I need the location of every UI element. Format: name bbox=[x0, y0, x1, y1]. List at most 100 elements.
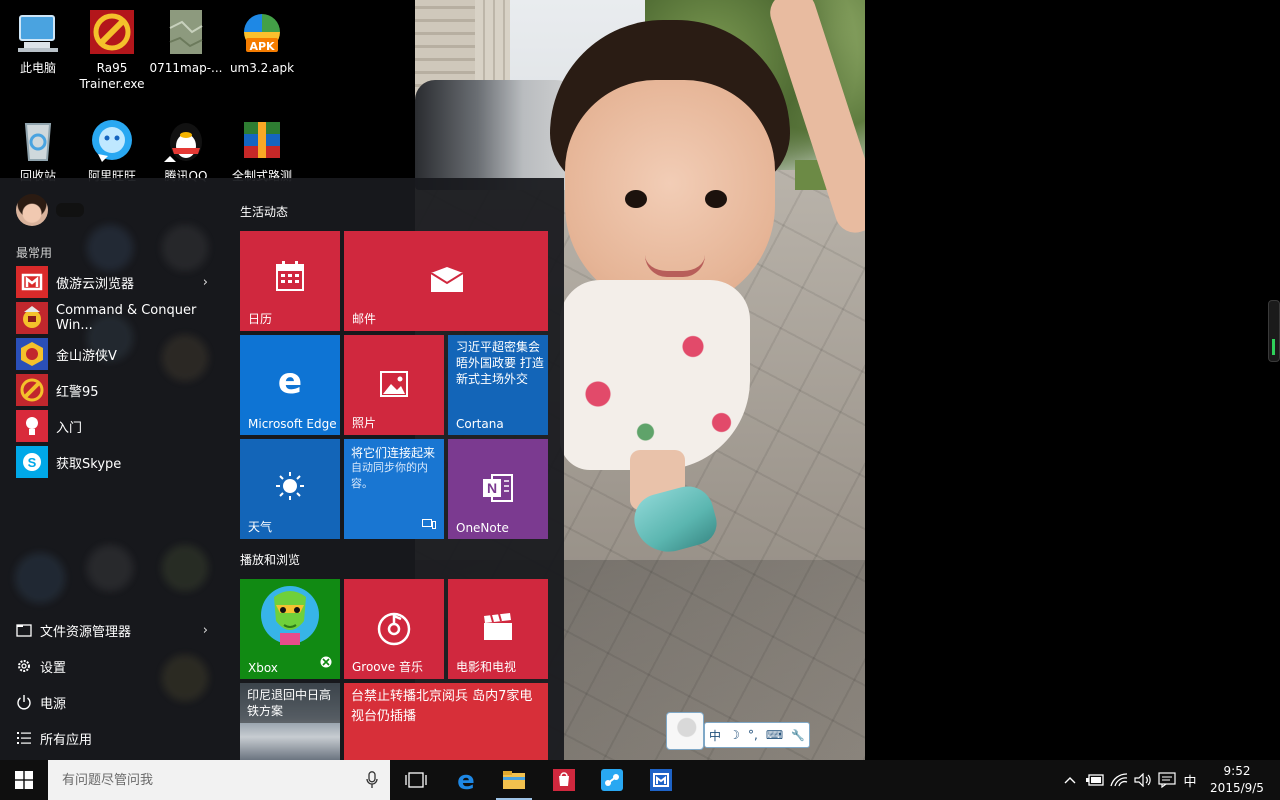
microphone-icon[interactable] bbox=[366, 771, 378, 793]
app-item-red-alert[interactable]: 红警95 bbox=[16, 374, 224, 406]
desktop-icon-ra95-trainer[interactable]: Ra95 Trainer.exe bbox=[74, 8, 150, 92]
archive-icon bbox=[238, 116, 286, 164]
apk-badge: APK bbox=[249, 40, 275, 53]
battery-icon[interactable] bbox=[1084, 760, 1106, 800]
taskbar-file-explorer-button[interactable] bbox=[490, 760, 538, 800]
desktop-icon-recycle-bin[interactable]: 回收站 bbox=[0, 116, 76, 184]
app-item-get-started[interactable]: 入门 bbox=[16, 410, 224, 442]
taskbar-edge-button[interactable]: e bbox=[442, 760, 490, 800]
desktop-icon-aliwangwang[interactable]: 阿里旺旺 bbox=[74, 116, 150, 184]
desktop-icon-this-pc[interactable]: 此电脑 bbox=[0, 8, 76, 76]
qq-penguin-icon bbox=[162, 116, 210, 164]
tray-expand-chevron-up-icon[interactable] bbox=[1060, 760, 1080, 800]
network-app-icon bbox=[601, 769, 623, 791]
taskbar-maxthon-button[interactable] bbox=[637, 760, 685, 800]
computer-icon bbox=[14, 8, 62, 56]
desktop-icon-qq[interactable]: 腾讯QQ bbox=[148, 116, 224, 184]
phone-body: 自动同步你的内容。 bbox=[351, 461, 428, 490]
tile-groove-music[interactable]: Groove 音乐 bbox=[344, 579, 444, 679]
start-menu-left-pane: 最常用 傲游云浏览器 › Command & Conquer Win... 金山… bbox=[0, 178, 228, 760]
jinshan-youxia-icon bbox=[16, 338, 48, 370]
photos-icon bbox=[380, 371, 408, 401]
chevron-right-icon[interactable]: › bbox=[203, 623, 208, 638]
all-apps-item[interactable]: 所有应用 bbox=[16, 724, 224, 752]
app-item-maxthon[interactable]: 傲游云浏览器 › bbox=[16, 266, 224, 298]
store-icon bbox=[553, 769, 575, 791]
tile-xbox[interactable]: Xbox bbox=[240, 579, 340, 679]
news-headline: 台禁止转播北京阅兵 岛内7家电视台仍插播 bbox=[351, 689, 533, 724]
tile-mail[interactable]: 邮件 bbox=[344, 231, 548, 331]
skype-icon: S bbox=[16, 446, 48, 478]
gear-icon bbox=[16, 658, 32, 674]
maxthon-icon bbox=[650, 769, 672, 791]
tile-label: OneNote bbox=[456, 521, 509, 535]
desktop-icon-map-file[interactable]: 0711map-... bbox=[148, 8, 224, 76]
keyboard-icon[interactable]: ⌨ bbox=[766, 728, 783, 742]
app-item-jinshan-youxia[interactable]: 金山游侠V bbox=[16, 338, 224, 370]
ime-mode-toggle[interactable]: 中 bbox=[709, 727, 721, 744]
file-explorer-item[interactable]: 文件资源管理器 › bbox=[16, 616, 224, 644]
search-input[interactable] bbox=[60, 771, 354, 789]
app-item-skype[interactable]: S 获取Skype bbox=[16, 446, 224, 478]
tile-onenote[interactable]: N OneNote bbox=[448, 439, 548, 539]
tile-cortana[interactable]: 习近平超密集会晤外国政要 打造新式主场外交 Cortana bbox=[448, 335, 548, 435]
tile-label: 日历 bbox=[248, 312, 273, 326]
punctuation-icon[interactable]: °, bbox=[748, 728, 758, 742]
svg-text:N: N bbox=[487, 480, 497, 496]
tile-news-2[interactable]: 台禁止转播北京阅兵 岛内7家电视台仍插播 bbox=[344, 683, 548, 760]
clock[interactable]: 9:52 2015/9/5 bbox=[1200, 763, 1274, 797]
tile-microsoft-edge[interactable]: e Microsoft Edge bbox=[240, 335, 340, 435]
tile-photos[interactable]: 照片 bbox=[344, 335, 444, 435]
tile-calendar[interactable]: 日历 bbox=[240, 231, 340, 331]
desktop-icon-road-test[interactable]: 全制式路测 bbox=[224, 116, 300, 184]
search-box[interactable] bbox=[48, 760, 390, 800]
wifi-icon[interactable] bbox=[1108, 760, 1130, 800]
start-button[interactable] bbox=[0, 760, 48, 800]
user-account[interactable] bbox=[16, 194, 84, 226]
recycle-bin-icon bbox=[14, 116, 62, 164]
volume-icon[interactable] bbox=[1132, 760, 1154, 800]
tile-label: 电影和电视 bbox=[456, 660, 517, 674]
power-item[interactable]: 电源 bbox=[16, 688, 224, 716]
power-icon bbox=[16, 694, 32, 710]
clock-time: 9:52 bbox=[1223, 764, 1251, 778]
desktop-icon-apk[interactable]: APK um3.2.apk bbox=[224, 8, 300, 76]
settings-item[interactable]: 设置 bbox=[16, 652, 224, 680]
app-item-command-conquer[interactable]: Command & Conquer Win... bbox=[16, 302, 224, 334]
tile-group-life[interactable]: 生活动态 bbox=[240, 203, 288, 220]
onenote-icon: N bbox=[482, 473, 514, 507]
map-thumbnail-icon bbox=[162, 8, 210, 56]
red-alert-icon bbox=[16, 374, 48, 406]
taskbar-network-app-button[interactable] bbox=[588, 760, 636, 800]
ime-status-bar[interactable]: 中 ☽ °, ⌨ 🔧 bbox=[666, 712, 810, 750]
groove-icon bbox=[377, 612, 411, 650]
sun-icon bbox=[275, 471, 305, 505]
tile-weather[interactable]: 天气 bbox=[240, 439, 340, 539]
edge-icon: e bbox=[457, 768, 475, 792]
tile-label: Xbox bbox=[248, 661, 278, 675]
tile-group-play[interactable]: 播放和浏览 bbox=[240, 551, 300, 568]
tile-news-1[interactable]: 印尼退回中日高铁方案 bbox=[240, 683, 340, 760]
edge-scroll-widget[interactable] bbox=[1268, 300, 1280, 362]
phone-title: 将它们连接起来 bbox=[351, 446, 436, 460]
ime-skin-avatar[interactable] bbox=[666, 712, 704, 750]
wrench-icon[interactable]: 🔧 bbox=[791, 729, 805, 742]
app-item-label: 入门 bbox=[56, 420, 83, 436]
app-item-label: Command & Conquer Win... bbox=[56, 303, 197, 333]
taskbar-store-button[interactable] bbox=[540, 760, 588, 800]
moon-icon[interactable]: ☽ bbox=[729, 728, 740, 742]
command-conquer-icon bbox=[16, 302, 48, 334]
input-language-indicator[interactable]: 中 bbox=[1180, 760, 1200, 800]
svg-text:e: e bbox=[278, 363, 302, 397]
tile-phone-companion[interactable]: 将它们连接起来 自动同步你的内容。 bbox=[344, 439, 444, 539]
action-center-icon[interactable] bbox=[1156, 760, 1178, 800]
tile-movies-tv[interactable]: 电影和电视 bbox=[448, 579, 548, 679]
task-view-button[interactable] bbox=[392, 760, 440, 800]
calendar-icon bbox=[276, 261, 304, 295]
chevron-right-icon[interactable]: › bbox=[203, 275, 208, 290]
tile-label: Groove 音乐 bbox=[352, 660, 423, 674]
folder-icon bbox=[503, 771, 525, 789]
hammer-sickle-icon bbox=[88, 8, 136, 56]
lightbulb-icon bbox=[16, 410, 48, 442]
start-menu: 最常用 傲游云浏览器 › Command & Conquer Win... 金山… bbox=[0, 178, 564, 760]
